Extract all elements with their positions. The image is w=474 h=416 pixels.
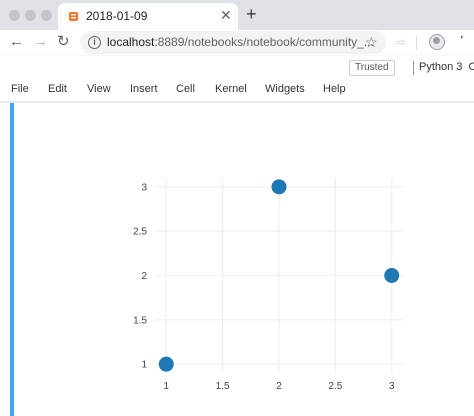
browser-tab-active[interactable]: 2018-01-09 ✕ bbox=[58, 3, 238, 30]
x-tick-label-2: 2 bbox=[276, 381, 282, 392]
notebook-header: Trusted Python 3 O File Edit View Insert… bbox=[0, 56, 474, 102]
browser-menu-icon[interactable]: ··· bbox=[455, 34, 471, 36]
kernel-indicator: O bbox=[468, 61, 474, 73]
selected-cell-indicator bbox=[10, 103, 14, 416]
toolbar-divider bbox=[416, 36, 417, 50]
minimize-window-button[interactable] bbox=[25, 10, 36, 21]
data-point-0[interactable] bbox=[158, 356, 174, 372]
close-window-button[interactable] bbox=[9, 10, 20, 21]
reload-button[interactable]: ↻ bbox=[57, 32, 70, 52]
info-icon[interactable]: i bbox=[88, 36, 101, 49]
tab-title: 2018-01-09 bbox=[86, 9, 148, 23]
x-tick-label-1: 1.5 bbox=[216, 381, 230, 392]
forward-button[interactable]: → bbox=[33, 32, 48, 52]
notebook-area: 1 1.5 2 2.5 3 1 1.5 2 2.5 3 bbox=[0, 103, 474, 416]
x-tick-label-4: 3 bbox=[389, 381, 395, 392]
menu-widgets[interactable]: Widgets bbox=[265, 83, 305, 95]
notebook-menubar: File Edit View Insert Cell Kernel Widget… bbox=[0, 83, 474, 101]
kernel-divider bbox=[413, 61, 414, 75]
x-tick-label-0: 1 bbox=[163, 381, 169, 392]
kernel-name: Python 3 O bbox=[419, 61, 474, 73]
bookmark-star-icon[interactable]: ☆ bbox=[365, 33, 378, 51]
menu-file[interactable]: File bbox=[11, 83, 29, 95]
url-host: localhost bbox=[107, 35, 155, 49]
menu-cell[interactable]: Cell bbox=[176, 83, 195, 95]
data-point-1[interactable] bbox=[271, 179, 287, 195]
url-text: localhost:8889/notebooks/notebook/commun… bbox=[107, 35, 374, 49]
y-tick-label-1: 1.5 bbox=[133, 315, 147, 326]
browser-toolbar: ← → ↻ i localhost:8889/notebooks/noteboo… bbox=[0, 30, 474, 56]
menu-insert[interactable]: Insert bbox=[130, 83, 158, 95]
back-button[interactable]: ← bbox=[9, 32, 24, 52]
y-tick-label-3: 2.5 bbox=[133, 227, 147, 238]
trusted-indicator[interactable]: Trusted bbox=[349, 60, 395, 76]
menu-view[interactable]: View bbox=[87, 83, 111, 95]
address-bar[interactable]: i localhost:8889/notebooks/notebook/comm… bbox=[80, 31, 386, 54]
browser-window: 2018-01-09 ✕ + ← → ↻ i localhost:8889/no… bbox=[0, 0, 474, 416]
extension-icon[interactable]: ⇨ bbox=[396, 35, 406, 49]
menu-edit[interactable]: Edit bbox=[48, 83, 67, 95]
x-tick-label-3: 2.5 bbox=[328, 381, 342, 392]
y-tick-label-2: 2 bbox=[141, 271, 147, 282]
y-tick-label-0: 1 bbox=[141, 360, 147, 371]
y-tick-label-4: 3 bbox=[141, 182, 147, 193]
close-tab-icon[interactable]: ✕ bbox=[220, 8, 232, 22]
url-path: :8889/notebooks/notebook/community_... bbox=[154, 35, 374, 49]
tab-strip: 2018-01-09 ✕ + bbox=[0, 0, 474, 30]
menu-kernel[interactable]: Kernel bbox=[215, 83, 247, 95]
scatter-chart[interactable]: 1 1.5 2 2.5 3 1 1.5 2 2.5 3 bbox=[125, 178, 410, 413]
kernel-label: Python 3 bbox=[419, 61, 463, 73]
data-point-2[interactable] bbox=[384, 268, 400, 283]
new-tab-button[interactable]: + bbox=[246, 4, 257, 24]
menu-help[interactable]: Help bbox=[323, 83, 346, 95]
maximize-window-button[interactable] bbox=[41, 10, 52, 21]
profile-avatar-icon[interactable] bbox=[429, 34, 445, 50]
jupyter-favicon-icon bbox=[69, 12, 78, 21]
output-plot[interactable]: 1 1.5 2 2.5 3 1 1.5 2 2.5 3 bbox=[125, 178, 410, 413]
